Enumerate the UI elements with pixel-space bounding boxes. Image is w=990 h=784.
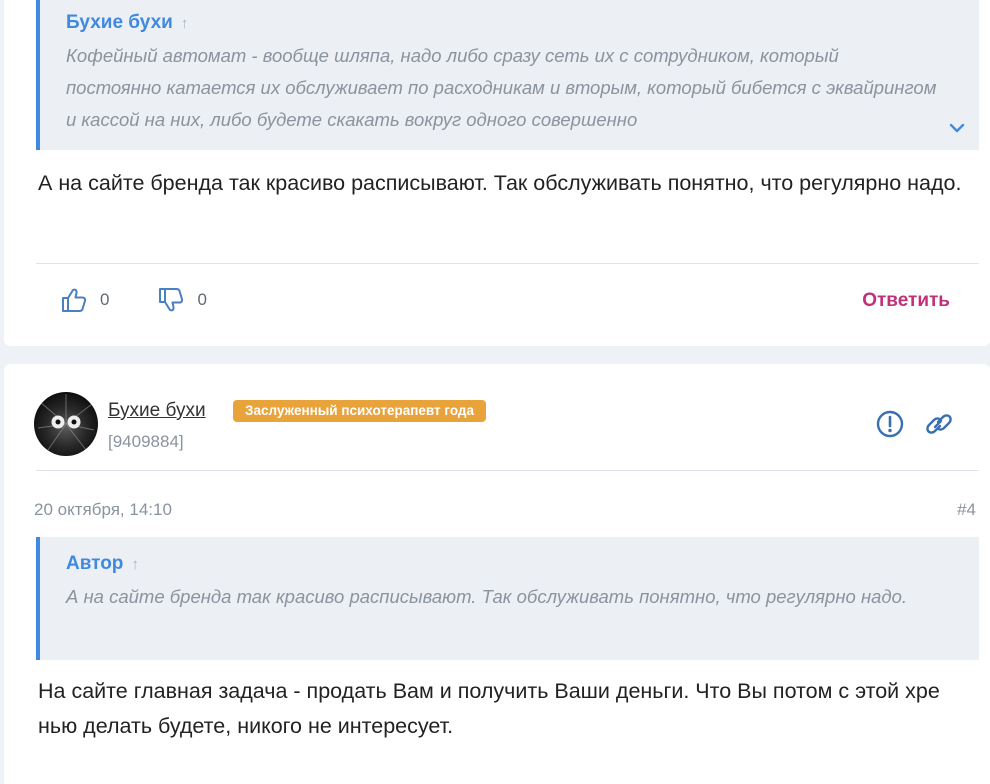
report-button[interactable] xyxy=(874,408,906,440)
dislike-count: 0 xyxy=(197,290,207,309)
copy-link-button[interactable] xyxy=(922,408,954,440)
avatar[interactable] xyxy=(34,392,98,456)
quote-author[interactable]: Бухие бухи ↑ xyxy=(66,12,188,34)
divider xyxy=(36,470,979,471)
comment-card: Бухие бухи ↑ Кофейный автомат - вообще ш… xyxy=(4,0,990,346)
like-button[interactable]: 0 xyxy=(60,286,109,314)
quote-block: Автор ↑ А на сайте бренда так красиво ра… xyxy=(36,537,979,660)
comment-text: На сайте главная задача - продать Вам и … xyxy=(38,679,940,738)
quote-text: А на сайте бренда так красиво расписываю… xyxy=(66,586,908,607)
quote-jump-arrow[interactable]: ↑ xyxy=(181,15,189,32)
avatar-image xyxy=(37,394,95,451)
divider xyxy=(36,263,979,264)
post-number-link[interactable]: #4 xyxy=(957,500,976,520)
quote-jump-arrow[interactable]: ↑ xyxy=(131,556,139,573)
quote-author-name[interactable]: Бухие бухи xyxy=(66,12,173,34)
comment-text: А на сайте бренда так красиво расписываю… xyxy=(38,171,962,195)
dislike-button[interactable]: 0 xyxy=(157,286,207,314)
thumbs-up-icon xyxy=(62,288,87,312)
user-rank-badge: Заслуженный психотерапевт года xyxy=(233,400,486,422)
quote-text: Кофейный автомат - вообще шляпа, надо ли… xyxy=(66,45,937,130)
quote-author-name[interactable]: Автор xyxy=(66,553,123,575)
thumbs-down-icon xyxy=(159,288,184,312)
chevron-down-icon[interactable] xyxy=(949,122,965,134)
quote-author[interactable]: Автор ↑ xyxy=(66,553,139,575)
like-count: 0 xyxy=(100,290,110,309)
reaction-bar: 0 0 xyxy=(60,286,255,314)
reply-button[interactable]: Ответить xyxy=(862,290,950,312)
post-date: 20 октября, 14:10 xyxy=(34,500,172,519)
post-actions xyxy=(874,408,954,440)
username-link[interactable]: Бухие бухи xyxy=(108,400,206,422)
exclamation-circle-icon xyxy=(876,410,904,438)
link-icon xyxy=(926,414,952,434)
quote-block: Бухие бухи ↑ Кофейный автомат - вообще ш… xyxy=(36,0,979,150)
user-id: [9409884] xyxy=(108,432,184,451)
comment-card: Бухие бухи Заслуженный психотерапевт год… xyxy=(4,364,990,784)
